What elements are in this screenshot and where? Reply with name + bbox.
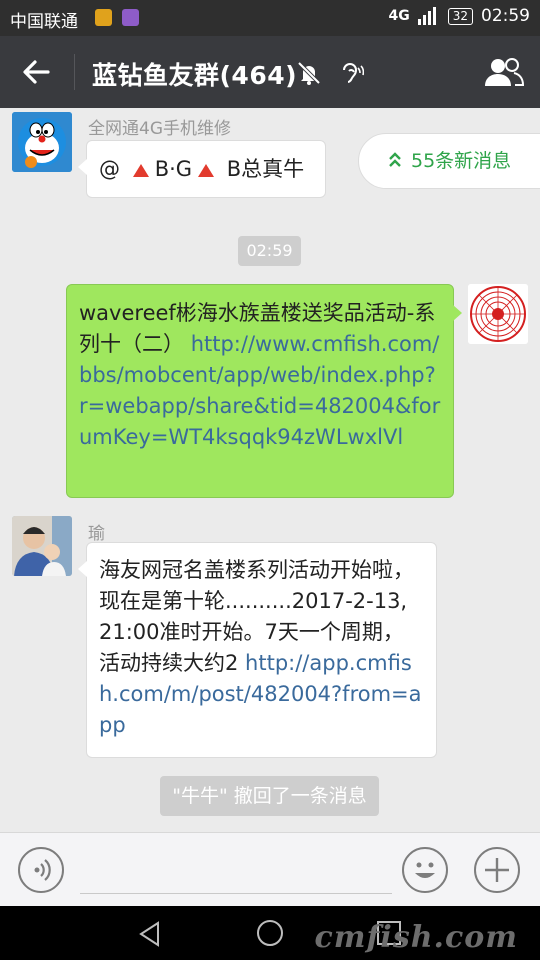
- message-input[interactable]: [80, 893, 392, 894]
- timestamp-chip: 02:59: [238, 236, 301, 266]
- warning-triangle-icon: [132, 163, 149, 177]
- doraemon-avatar-icon: [12, 112, 72, 172]
- person-photo-avatar-icon: [12, 516, 72, 576]
- watermark: cmfish.com: [314, 920, 518, 955]
- input-bar: [0, 832, 540, 907]
- group-title: 蓝钻鱼友群(464): [92, 61, 298, 90]
- plus-icon: [485, 858, 509, 882]
- gallery-icon: [122, 9, 139, 26]
- mention-name: B·G: [154, 157, 193, 181]
- double-chevron-up-icon: [389, 152, 401, 167]
- wallet-icon: [95, 9, 112, 26]
- smiley-icon: [415, 862, 435, 878]
- network-label: 4G: [388, 8, 410, 24]
- warning-triangle-icon: [198, 163, 215, 177]
- sender-name: 全网通4G手机维修: [88, 119, 231, 139]
- clock: 02:59: [481, 6, 530, 26]
- chat-header: 蓝钻鱼友群(464): [0, 36, 540, 108]
- header-divider: [74, 54, 75, 90]
- new-messages-label: 55条新消息: [411, 150, 512, 172]
- red-seal-avatar-icon: [468, 284, 528, 344]
- mute-bell-icon: [297, 61, 321, 85]
- message-text: B总真牛: [226, 157, 305, 181]
- new-messages-button[interactable]: 55条新消息: [358, 133, 540, 189]
- back-triangle-icon[interactable]: [136, 920, 164, 948]
- recall-notice: "牛牛" 撤回了一条消息: [160, 776, 379, 816]
- more-actions-button[interactable]: [474, 847, 520, 893]
- status-bar: 中国联通 4G 32 02:59: [0, 0, 540, 36]
- message-bubble[interactable]: @ B·G B总真牛: [78, 140, 326, 198]
- avatar[interactable]: [12, 516, 72, 576]
- earpiece-mode-icon: [343, 63, 364, 83]
- avatar[interactable]: [12, 112, 72, 172]
- carrier-label: 中国联通: [10, 12, 78, 32]
- battery-indicator: 32: [447, 7, 473, 25]
- mention-symbol: @: [99, 157, 120, 181]
- back-arrow-icon[interactable]: [20, 56, 52, 88]
- group-members-icon[interactable]: [484, 56, 524, 88]
- message-list[interactable]: 全网通4G手机维修 @ B·G B总真牛 55条新消息 02:59 wavere…: [0, 108, 540, 832]
- emoji-button[interactable]: [402, 847, 448, 893]
- voice-icon: [34, 859, 51, 881]
- status-right: 4G 32 02:59: [388, 6, 530, 26]
- voice-input-button[interactable]: [18, 847, 64, 893]
- my-avatar[interactable]: [468, 284, 528, 344]
- sent-message-bubble[interactable]: wavereef彬海水族盖楼送奖品活动-系列十（二） http://www.cm…: [66, 284, 462, 498]
- message-bubble[interactable]: 海友网冠名盖楼系列活动开始啦，现在是第十轮..........2017-2-13…: [78, 542, 437, 758]
- home-circle-icon[interactable]: [256, 919, 284, 947]
- sender-name: 瑜: [88, 524, 105, 544]
- system-navigation-bar: cmfish.com: [0, 906, 540, 960]
- signal-icon: [417, 7, 436, 25]
